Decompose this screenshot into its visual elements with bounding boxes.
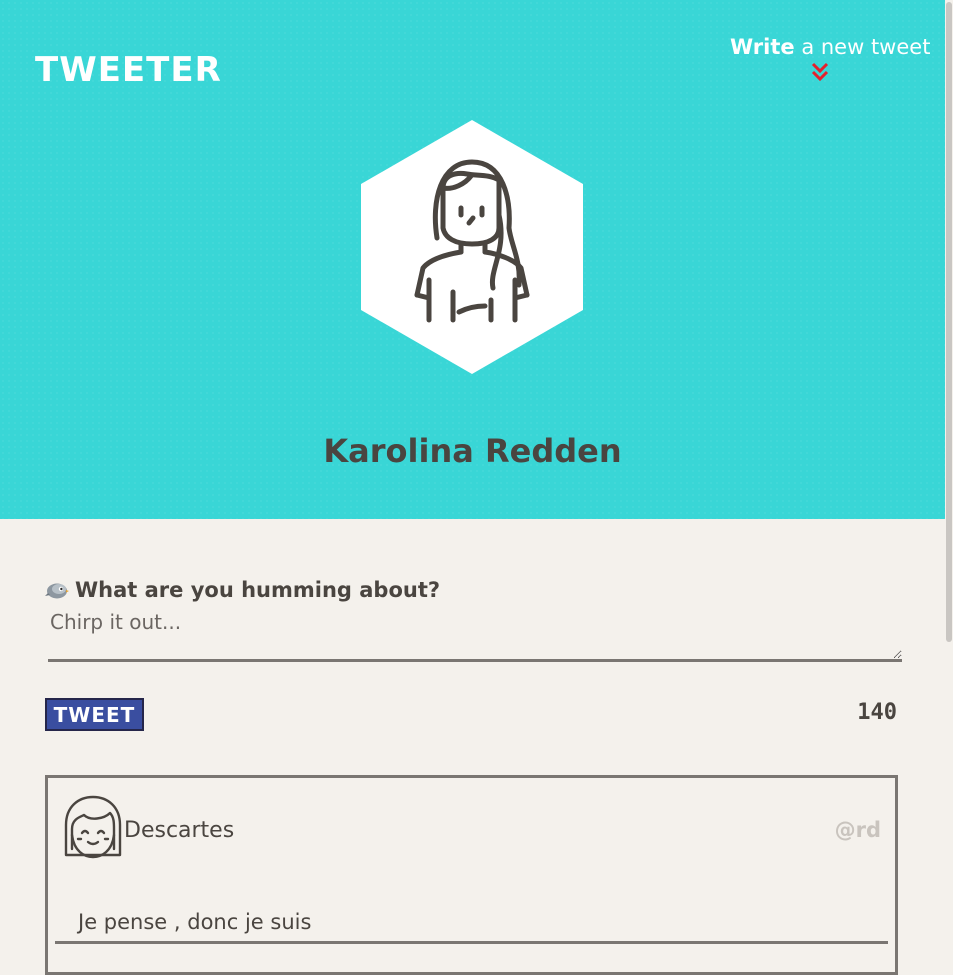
brand-logo[interactable]: TWEETER (35, 50, 222, 90)
tweet-button[interactable]: TWEET (45, 698, 144, 731)
character-counter: 140 (857, 700, 897, 725)
tweet-author-handle[interactable]: @rd (835, 818, 881, 842)
scrollbar-track[interactable] (945, 0, 953, 958)
write-new-tweet-label[interactable]: Write a new tweet (730, 33, 930, 61)
scrollbar-thumb[interactable] (946, 2, 952, 642)
double-chevron-down-icon[interactable] (809, 61, 831, 83)
woman-avatar-icon (361, 120, 583, 374)
profile-header: TWEETER Write a new tweet Karolina Redde… (0, 0, 945, 519)
write-new-tweet-toggle[interactable]: Write a new tweet (730, 33, 930, 83)
write-label-rest: a new tweet (794, 35, 931, 59)
tweet-text-input[interactable] (48, 608, 902, 662)
profile-name: Karolina Redden (323, 432, 622, 470)
write-label-bold: Write (730, 35, 795, 59)
compose-actions: TWEET 140 (45, 698, 897, 732)
new-tweet-form: What are you humming about? (45, 578, 903, 662)
tweet-author-name[interactable]: Descartes (124, 818, 234, 843)
compose-prompt: What are you humming about? (45, 578, 903, 602)
tweet-divider (55, 941, 888, 944)
tweet-body: Je pense , donc je suis (78, 910, 312, 934)
tweet-card: Descartes @rd Je pense , donc je suis (45, 775, 898, 975)
bird-icon (45, 583, 69, 599)
compose-prompt-label: What are you humming about? (75, 578, 441, 602)
girl-face-icon (64, 795, 122, 859)
